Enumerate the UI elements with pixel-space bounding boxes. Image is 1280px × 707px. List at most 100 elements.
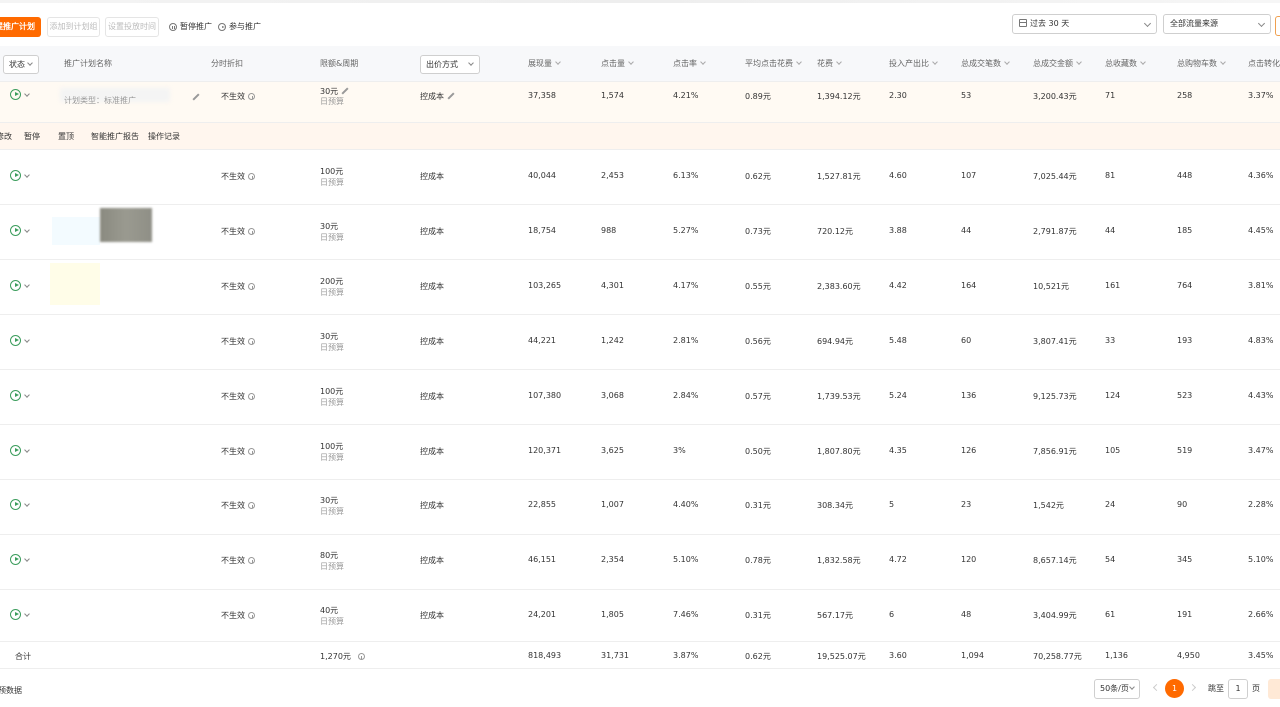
col-cost-label: 花费 bbox=[817, 59, 833, 68]
info-icon[interactable] bbox=[248, 173, 255, 180]
info-icon[interactable] bbox=[248, 502, 255, 509]
date-range-select[interactable]: 过去 30 天 bbox=[1012, 14, 1157, 34]
chevron-down-icon[interactable] bbox=[24, 337, 30, 343]
cost-cell: 694.94元 bbox=[817, 337, 853, 346]
cvr-cell: 5.10% bbox=[1248, 555, 1274, 564]
chevron-down-icon[interactable] bbox=[24, 392, 30, 398]
col-roi[interactable]: 投入产出比 bbox=[889, 46, 938, 82]
chevron-down-icon[interactable] bbox=[24, 282, 30, 288]
cost-cell: 720.12元 bbox=[817, 227, 853, 236]
edit-pencil-icon[interactable] bbox=[447, 92, 455, 100]
pause-promotion-button[interactable]: 暂停推广 bbox=[169, 17, 212, 37]
period-cell: 日预算 bbox=[320, 453, 344, 462]
impressions-cell: 24,201 bbox=[528, 610, 556, 619]
table-row[interactable]: 不生效 100元 日预算 控成本 107,380 3,068 2.84% 0.5… bbox=[0, 370, 1280, 425]
plan-name[interactable]: 计划类型：标准推广 bbox=[64, 95, 136, 106]
table-row[interactable]: 不生效 40元 日预算 控成本 24,201 1,805 7.46% 0.31元… bbox=[0, 590, 1280, 642]
play-status-icon[interactable] bbox=[10, 170, 21, 181]
table-row[interactable]: 不生效 80元 日预算 控成本 46,151 2,354 5.10% 0.78元… bbox=[0, 535, 1280, 590]
add-to-group-button[interactable]: 添加到计划组 bbox=[47, 17, 100, 37]
set-time-button[interactable]: 设置投放时间 bbox=[105, 17, 159, 37]
clicks-cell: 2,453 bbox=[601, 171, 624, 180]
table-row[interactable]: 计划类型：标准推广 不生效 30元 日预算 控成本 37,358 1,574 4… bbox=[0, 82, 1280, 123]
play-status-icon[interactable] bbox=[10, 225, 21, 236]
chevron-down-icon[interactable] bbox=[24, 501, 30, 507]
data-note-link[interactable]: 预数据 bbox=[0, 685, 22, 696]
join-promotion-button[interactable]: 参与推广 bbox=[218, 17, 261, 37]
favorites-cell: 81 bbox=[1105, 171, 1116, 180]
jump-page-input[interactable]: 1 bbox=[1228, 679, 1248, 699]
bid-cell: 控成本 bbox=[420, 611, 444, 620]
info-icon[interactable] bbox=[248, 283, 255, 290]
sort-icon bbox=[932, 59, 938, 65]
favorites-cell: 44 bbox=[1105, 226, 1116, 235]
table-row[interactable]: 不生效 100元 日预算 控成本 40,044 2,453 6.13% 0.62… bbox=[0, 150, 1280, 205]
play-status-icon[interactable] bbox=[10, 499, 21, 510]
cvr-cell: 4.43% bbox=[1248, 391, 1274, 400]
smart-report-action[interactable]: 智能推广报告 bbox=[91, 123, 139, 150]
table-row[interactable]: 不生效 30元 日预算 控成本 22,855 1,007 4.40% 0.31元… bbox=[0, 480, 1280, 535]
info-icon[interactable] bbox=[248, 557, 255, 564]
play-status-icon[interactable] bbox=[10, 445, 21, 456]
info-icon[interactable] bbox=[248, 338, 255, 345]
col-cpc[interactable]: 平均点击花费 bbox=[745, 46, 802, 82]
info-icon[interactable] bbox=[248, 228, 255, 235]
chevron-down-icon[interactable] bbox=[24, 227, 30, 233]
page-size-select[interactable]: 50条/页 bbox=[1094, 679, 1140, 699]
info-icon[interactable] bbox=[248, 93, 255, 100]
edge-action-button[interactable] bbox=[1275, 16, 1280, 36]
col-ctr[interactable]: 点击率 bbox=[673, 46, 706, 82]
orders-cell: 107 bbox=[961, 171, 977, 180]
pin-top-action[interactable]: 置顶 bbox=[58, 123, 74, 150]
col-cart[interactable]: 总购物车数 bbox=[1177, 46, 1226, 82]
edit-pencil-icon[interactable] bbox=[192, 93, 200, 101]
col-favorites[interactable]: 总收藏数 bbox=[1105, 46, 1146, 82]
play-status-icon[interactable] bbox=[10, 390, 21, 401]
chevron-down-icon[interactable] bbox=[24, 611, 30, 617]
traffic-source-select[interactable]: 全部流量来源 bbox=[1163, 14, 1271, 34]
next-page-icon[interactable] bbox=[1188, 683, 1197, 692]
edit-pencil-icon[interactable] bbox=[341, 87, 349, 95]
table-row[interactable]: 不生效 30元 日预算 控成本 44,221 1,242 2.81% 0.56元… bbox=[0, 315, 1280, 370]
page-button-current[interactable]: 1 bbox=[1165, 679, 1184, 698]
chevron-down-icon[interactable] bbox=[24, 172, 30, 178]
chevron-down-icon[interactable] bbox=[24, 556, 30, 562]
cvr-cell: 2.28% bbox=[1248, 500, 1274, 509]
status-filter-select[interactable]: 状态 bbox=[3, 55, 39, 74]
info-icon[interactable] bbox=[248, 448, 255, 455]
col-cost[interactable]: 花费 bbox=[817, 46, 842, 82]
col-clicks[interactable]: 点击量 bbox=[601, 46, 634, 82]
chevron-down-icon[interactable] bbox=[24, 447, 30, 453]
pause-action[interactable]: 暂停 bbox=[24, 123, 40, 150]
info-icon[interactable] bbox=[248, 612, 255, 619]
col-orders[interactable]: 总成交笔数 bbox=[961, 46, 1010, 82]
operation-log-action[interactable]: 操作记录 bbox=[148, 123, 180, 150]
new-plan-button[interactable]: 提推广计划 bbox=[0, 17, 41, 37]
pause-icon bbox=[169, 23, 177, 31]
cost-cell: 1,394.12元 bbox=[817, 92, 861, 101]
play-status-icon[interactable] bbox=[10, 280, 21, 291]
prev-page-icon[interactable] bbox=[1152, 683, 1161, 692]
modify-action[interactable]: 修改 bbox=[0, 123, 12, 150]
sort-icon bbox=[555, 59, 561, 65]
bid-cell: 控成本 bbox=[420, 337, 444, 346]
play-status-icon[interactable] bbox=[10, 335, 21, 346]
table-row[interactable]: 不生效 30元 日预算 控成本 18,754 988 5.27% 0.73元 7… bbox=[0, 205, 1280, 260]
col-cvr[interactable]: 点击转化率 bbox=[1248, 46, 1280, 82]
ctr-cell: 5.10% bbox=[673, 555, 699, 564]
info-icon[interactable] bbox=[357, 653, 365, 660]
col-impressions[interactable]: 展现量 bbox=[528, 46, 561, 82]
table-row[interactable]: 不生效 100元 日预算 控成本 120,371 3,625 3% 0.50元 … bbox=[0, 425, 1280, 480]
table-row[interactable]: 不生效 200元 日预算 控成本 103,265 4,301 4.17% 0.5… bbox=[0, 260, 1280, 315]
play-status-icon[interactable] bbox=[10, 609, 21, 620]
period-cell: 日预算 bbox=[320, 178, 344, 187]
bid-method-select[interactable]: 出价方式 bbox=[420, 55, 480, 74]
play-status-icon[interactable] bbox=[10, 554, 21, 565]
col-gmv[interactable]: 总成交金额 bbox=[1033, 46, 1082, 82]
go-button[interactable] bbox=[1268, 679, 1280, 699]
total-impressions: 818,493 bbox=[528, 651, 562, 660]
discount-value: 不生效 bbox=[221, 227, 245, 236]
chevron-down-icon[interactable] bbox=[24, 91, 30, 97]
play-status-icon[interactable] bbox=[10, 89, 21, 100]
info-icon[interactable] bbox=[248, 393, 255, 400]
